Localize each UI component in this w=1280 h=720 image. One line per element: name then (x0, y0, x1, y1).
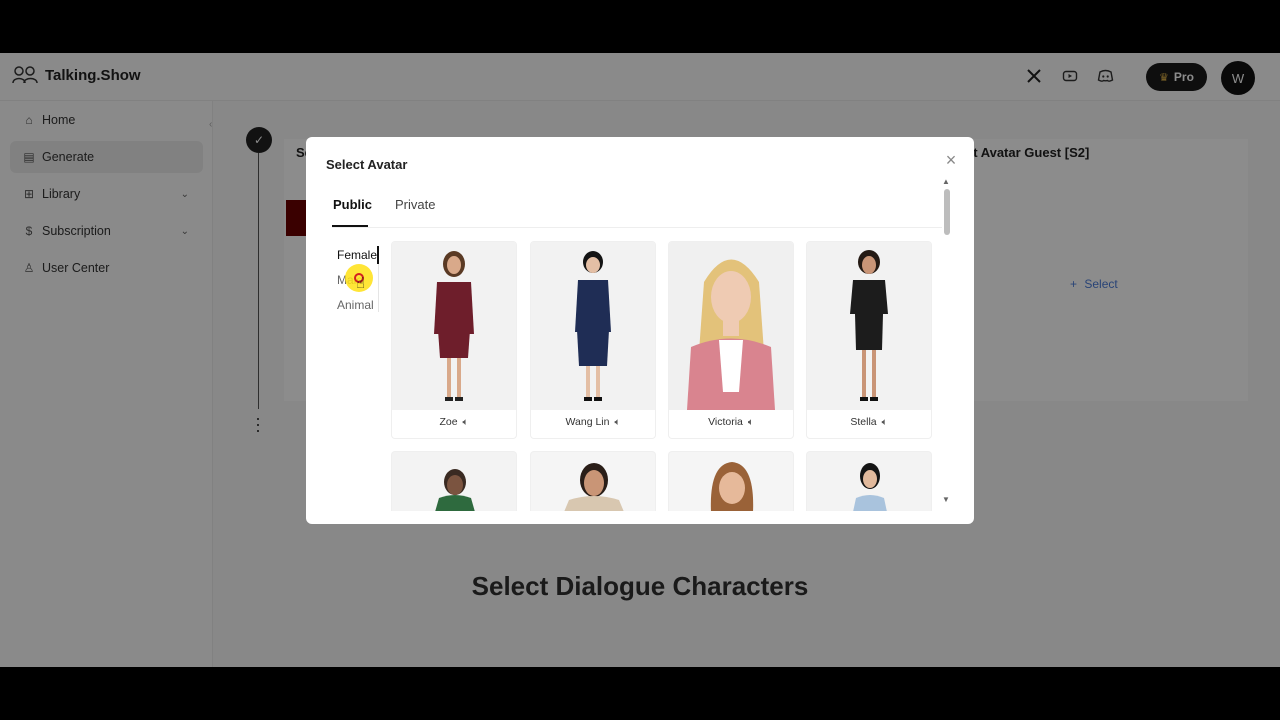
avatar-photo (853, 463, 887, 511)
close-icon[interactable]: × (942, 151, 960, 169)
modal-title: Select Avatar (326, 157, 408, 172)
avatar-name: Wang Lin (565, 416, 610, 428)
avatar-name: Victoria (708, 416, 743, 428)
active-category-indicator (377, 246, 379, 264)
avatar-photo (807, 242, 931, 410)
speaker-icon[interactable]: 🔈︎ (748, 417, 754, 428)
tab-divider (332, 227, 942, 228)
avatar-card[interactable] (806, 451, 932, 511)
avatar-name-row: Wang Lin 🔈︎ (531, 416, 655, 428)
speaker-icon[interactable]: 🔈︎ (614, 417, 620, 428)
category-female[interactable]: Female (337, 248, 377, 262)
avatar-card[interactable] (530, 451, 656, 511)
tab-private[interactable]: Private (395, 197, 435, 212)
letterbox-bottom (0, 667, 1280, 720)
speaker-icon[interactable]: 🔈︎ (882, 417, 888, 428)
avatar-name-row: Zoe 🔈︎ (392, 416, 516, 428)
category-animal[interactable]: Animal (337, 298, 374, 312)
avatar-photo (435, 469, 475, 511)
select-avatar-modal: Select Avatar × Public Private Female Ma… (306, 137, 974, 524)
speaker-icon[interactable]: 🔈︎ (463, 417, 469, 428)
avatar-photo (531, 242, 655, 410)
avatar-name-row: Victoria 🔈︎ (669, 416, 793, 428)
hand-cursor-icon: ☝ (356, 275, 366, 292)
video-caption: Select Dialogue Characters (471, 571, 809, 601)
scrollbar-thumb[interactable] (944, 189, 950, 235)
letterbox-top (0, 0, 1280, 53)
app-window: Talking.Show ♛ Pro W ⌂ Home ▤ Generate ⊞… (0, 53, 1280, 667)
tab-public[interactable]: Public (333, 197, 372, 212)
avatar-name-row: Stella 🔈︎ (807, 416, 931, 428)
active-tab-indicator (332, 225, 368, 227)
scroll-up-icon[interactable]: ▲ (942, 177, 950, 186)
avatar-card[interactable]: Zoe 🔈︎ (391, 241, 517, 439)
avatar-card[interactable] (668, 451, 794, 511)
avatar-photo (564, 463, 624, 511)
avatar-name: Stella (850, 416, 877, 428)
avatar-photo (710, 462, 754, 511)
avatar-card[interactable]: Wang Lin 🔈︎ (530, 241, 656, 439)
avatar-photo (669, 242, 793, 410)
avatar-card[interactable] (391, 451, 517, 511)
avatar-card[interactable]: Stella 🔈︎ (806, 241, 932, 439)
avatar-photo (392, 242, 516, 410)
avatar-name: Zoe (439, 416, 458, 428)
scroll-down-icon[interactable]: ▼ (942, 495, 950, 504)
avatar-card[interactable]: Victoria 🔈︎ (668, 241, 794, 439)
